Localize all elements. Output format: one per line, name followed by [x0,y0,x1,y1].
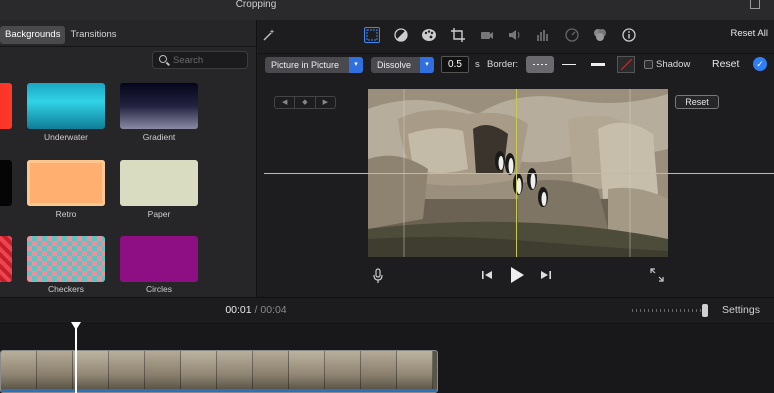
shadow-label: Shadow [656,59,691,70]
reset-all-button[interactable]: Reset All [731,28,769,39]
zoom-slider-knob[interactable] [702,304,708,317]
border-color-swatch[interactable] [617,56,635,73]
video-overlay-icon[interactable] [364,27,380,43]
background-tile-circles[interactable] [120,236,198,282]
background-tile-black[interactable] [0,160,12,206]
time-separator: / [254,304,258,316]
search-input[interactable] [173,53,243,67]
background-tile-paper[interactable] [120,160,198,206]
clip-thumbnail [73,351,109,392]
total-time: 00:04 [260,304,287,316]
transition-label: Dissolve [377,60,412,70]
clip-thumbnail [145,351,181,392]
settings-button[interactable]: Settings [722,304,760,316]
border-thick-button[interactable] [584,56,612,73]
color-palette-icon[interactable] [421,27,437,43]
browser-tabs: Backgrounds Transitions [0,26,122,44]
border-thin-button[interactable] [555,56,583,73]
background-tile-checkers[interactable] [27,236,105,282]
tile-label-paper: Paper [147,209,171,219]
previous-icon[interactable] [481,269,493,284]
background-tile-underwater[interactable] [27,83,105,129]
timeline-header: 00:01 / 00:04 Settings [0,297,774,321]
title-bar: Cropping [0,0,774,20]
border-dashed-button[interactable] [526,56,554,73]
equalizer-icon[interactable] [535,27,551,43]
clip-thumbnail [1,351,37,392]
timeline[interactable] [0,322,774,393]
clip-thumbnail [361,351,397,392]
fullscreen-icon[interactable] [650,268,664,285]
border-label: Border: [487,59,519,70]
next-icon[interactable] [540,269,552,284]
clip-thumbnail [37,351,73,392]
pip-reset-button[interactable]: Reset [675,95,719,109]
crop-icon[interactable] [450,27,466,43]
divider [0,46,256,47]
volume-icon[interactable] [507,27,523,43]
zoom-slider[interactable] [632,304,708,317]
background-tile-retro[interactable] [27,160,105,206]
tab-transitions[interactable]: Transitions [65,26,121,44]
speed-icon[interactable] [564,27,580,43]
info-icon[interactable] [621,27,637,43]
reset-button[interactable]: Reset [712,58,739,70]
tab-backgrounds[interactable]: Backgrounds [0,26,66,44]
next-keyframe-icon[interactable]: ▶ [316,97,335,108]
vertical-guide-line [516,89,517,257]
background-tile-red-pattern[interactable] [0,236,12,282]
overlay-style-popup[interactable]: Picture in Picture ▾ [265,57,363,73]
chevron-down-icon: ▾ [349,57,363,73]
timecode: 00:01 / 00:04 [0,304,512,316]
clip-thumbnail [325,351,361,392]
add-keyframe-icon[interactable]: ◆ [295,97,316,108]
media-browser: Backgrounds Transitions Underwater Gradi… [0,20,257,297]
viewer-panel: Reset All Picture in Picture ▾ Dissolve … [258,20,774,297]
shadow-checkbox[interactable] [644,60,653,69]
clip-thumbnail [109,351,145,392]
share-icon[interactable] [750,0,760,9]
clip-thumbnail [253,351,289,392]
clip-thumbnail [181,351,217,392]
microphone-icon[interactable] [372,268,384,287]
duration-unit: s [475,59,480,70]
tile-label-gradient: Gradient [142,132,176,142]
current-time: 00:01 [225,304,252,316]
horizontal-guide-line [264,173,774,174]
tile-label-checkers: Checkers [48,284,84,294]
clip-thumbnail [289,351,325,392]
search-icon [159,55,167,63]
apply-checkmark-icon[interactable]: ✓ [753,57,767,71]
background-tile-red[interactable] [0,83,12,129]
clip-audio-bar [1,389,437,392]
play-icon[interactable] [509,266,525,287]
keyframe-navigator: ◀ ◆ ▶ [274,96,336,109]
color-balance-icon[interactable] [393,27,409,43]
overlay-style-label: Picture in Picture [271,60,340,70]
tile-label-retro: Retro [55,209,77,219]
clip-thumbnail [397,351,433,392]
window-title: Cropping [235,0,277,10]
previous-keyframe-icon[interactable]: ◀ [275,97,296,108]
playhead[interactable] [71,322,81,393]
video-clip[interactable] [0,350,438,393]
tile-label-circles: Circles [146,284,172,294]
background-tile-gradient[interactable] [120,83,198,129]
chevron-down-icon: ▾ [420,57,434,73]
duration-field[interactable]: 0.5 [441,56,469,73]
stabilization-icon[interactable] [479,27,495,43]
search-field[interactable] [152,51,248,69]
magic-wand-icon[interactable] [261,27,277,43]
tile-label-underwater: Underwater [44,132,88,142]
filter-icon[interactable] [592,27,608,43]
transition-popup[interactable]: Dissolve ▾ [371,57,434,73]
imovie-window: Cropping Backgrounds Transitions Underwa… [0,0,774,393]
clip-thumbnail [217,351,253,392]
divider [258,53,774,54]
